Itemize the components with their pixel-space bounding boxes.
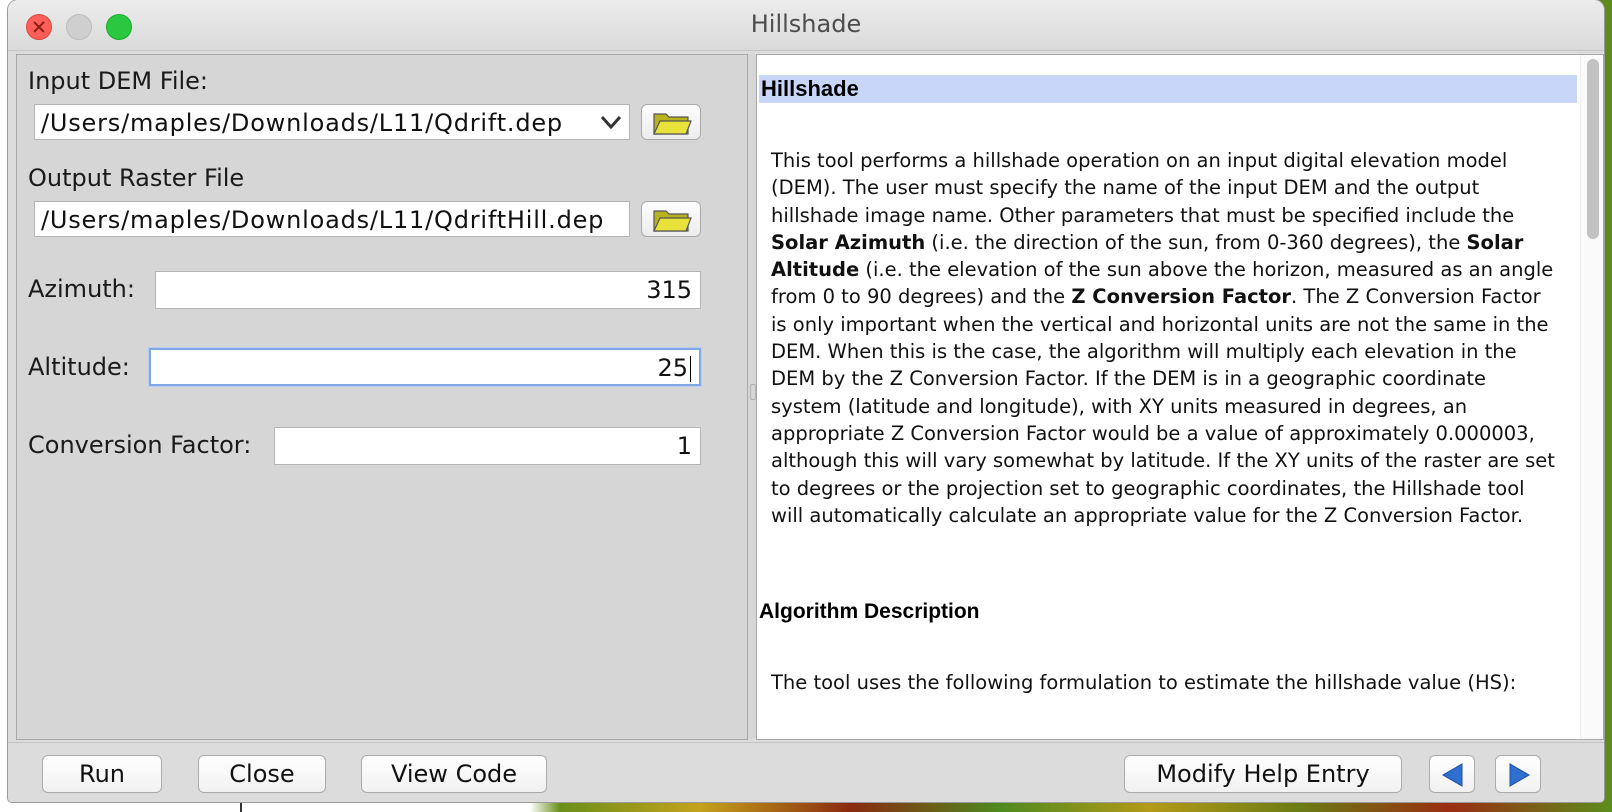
panel-splitter[interactable] [748,54,756,738]
altitude-input[interactable]: 25 [149,348,701,386]
help-heading: Hillshade [759,75,1577,103]
close-button[interactable]: Close [198,755,326,793]
button-bar: Run Close View Code Modify Help Entry [8,742,1604,802]
help-text: . The Z Conversion Factor is only import… [771,285,1555,527]
azimuth-input[interactable]: 315 [155,271,701,309]
text-caret [690,356,691,382]
help-term-z-factor: Z Conversion Factor [1071,285,1292,309]
algorithm-text: The tool uses the following formulation … [771,671,1517,694]
hillshade-dialog: Hillshade Input DEM File: /Users/maples/… [8,0,1604,802]
folder-open-icon [653,210,692,232]
arrow-right-icon [1509,763,1530,787]
help-text: This tool performs a hillshade operation… [771,149,1515,227]
title-bar[interactable]: Hillshade [8,0,1604,51]
folder-open-icon [653,113,692,135]
arrow-left-icon [1442,763,1463,787]
help-description: This tool performs a hillshade operation… [771,147,1561,529]
input-dem-value: /Users/maples/Downloads/L11/Qdrift.dep [41,109,563,137]
help-back-button[interactable] [1429,755,1475,793]
chevron-down-icon[interactable] [599,107,623,137]
parameters-panel: Input DEM File: /Users/maples/Downloads/… [16,54,748,740]
output-raster-browse-button[interactable] [641,201,701,237]
azimuth-label: Azimuth: [28,275,135,303]
algorithm-heading: Algorithm Description [759,600,980,623]
output-raster-value: /Users/maples/Downloads/L11/QdriftHill.d… [41,206,605,234]
scrollbar-thumb[interactable] [1587,59,1599,239]
modify-help-button[interactable]: Modify Help Entry [1124,755,1402,793]
altitude-label: Altitude: [28,353,130,381]
conversion-factor-input[interactable]: 1 [274,427,701,465]
help-term-solar-azimuth: Solar Azimuth [771,230,926,254]
input-dem-label: Input DEM File: [28,67,208,95]
help-panel: Hillshade This tool performs a hillshade… [756,54,1604,740]
window-title: Hillshade [750,10,862,38]
input-dem-combo[interactable]: /Users/maples/Downloads/L11/Qdrift.dep [34,104,630,140]
help-scrollbar[interactable] [1580,55,1603,739]
view-code-button[interactable]: View Code [361,755,547,793]
input-dem-browse-button[interactable] [641,104,701,140]
output-raster-label: Output Raster File [28,164,245,192]
help-forward-button[interactable] [1495,755,1541,793]
run-button[interactable]: Run [42,755,162,793]
output-raster-field[interactable]: /Users/maples/Downloads/L11/QdriftHill.d… [34,201,630,237]
help-text: (i.e. the direction of the sun, from 0-3… [925,230,1467,254]
conversion-factor-label: Conversion Factor: [28,431,252,459]
altitude-value: 25 [657,354,688,382]
